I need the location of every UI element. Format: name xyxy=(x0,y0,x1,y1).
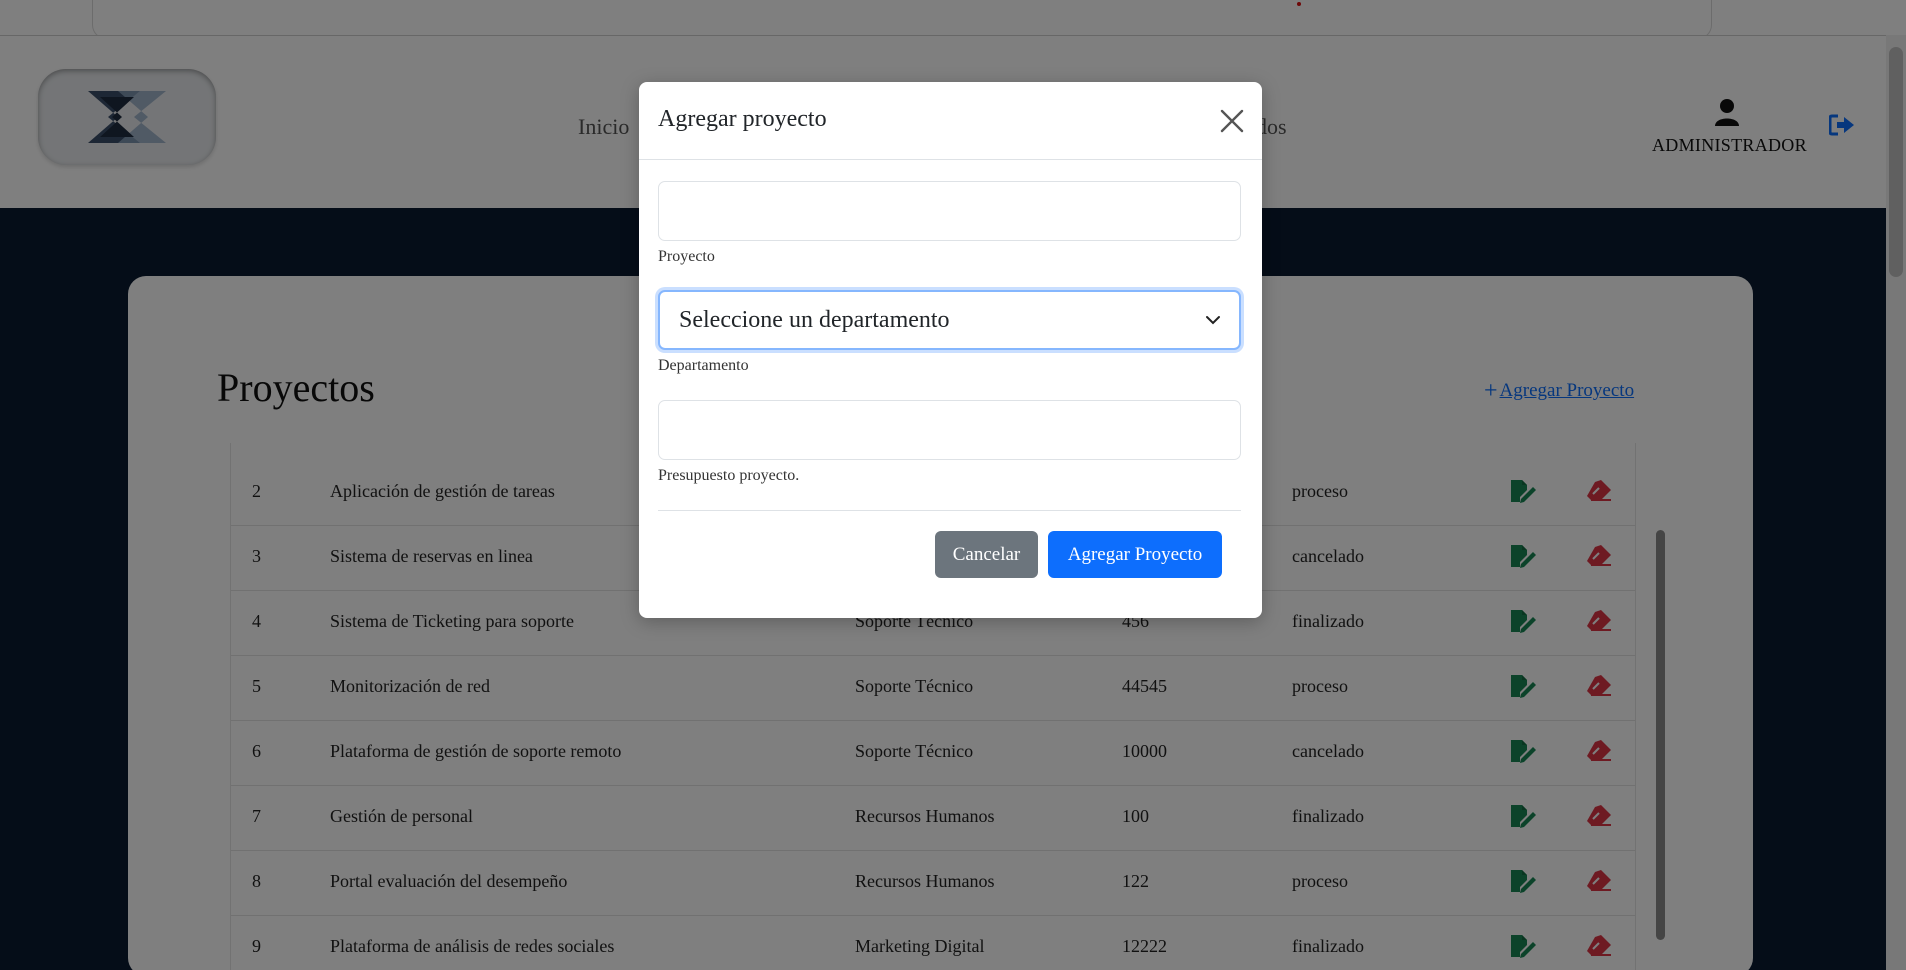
cancel-button[interactable]: Cancelar xyxy=(935,531,1038,578)
department-select[interactable]: Seleccione un departamento xyxy=(658,290,1241,350)
add-project-modal: Agregar proyecto Proyecto Seleccione un … xyxy=(639,82,1262,618)
close-icon xyxy=(1220,109,1244,133)
modal-divider xyxy=(658,510,1241,511)
department-label: Departamento xyxy=(658,357,749,374)
chevron-down-icon xyxy=(1206,316,1220,325)
project-name-label: Proyecto xyxy=(658,248,715,265)
modal-header: Agregar proyecto xyxy=(639,82,1262,160)
submit-add-project-button[interactable]: Agregar Proyecto xyxy=(1048,531,1222,578)
close-button[interactable] xyxy=(1217,106,1247,136)
modal-title: Agregar proyecto xyxy=(658,106,827,132)
budget-input[interactable] xyxy=(658,400,1241,460)
budget-label: Presupuesto proyecto. xyxy=(658,467,800,484)
project-name-input[interactable] xyxy=(658,181,1241,241)
department-select-value: Seleccione un departamento xyxy=(679,307,950,333)
